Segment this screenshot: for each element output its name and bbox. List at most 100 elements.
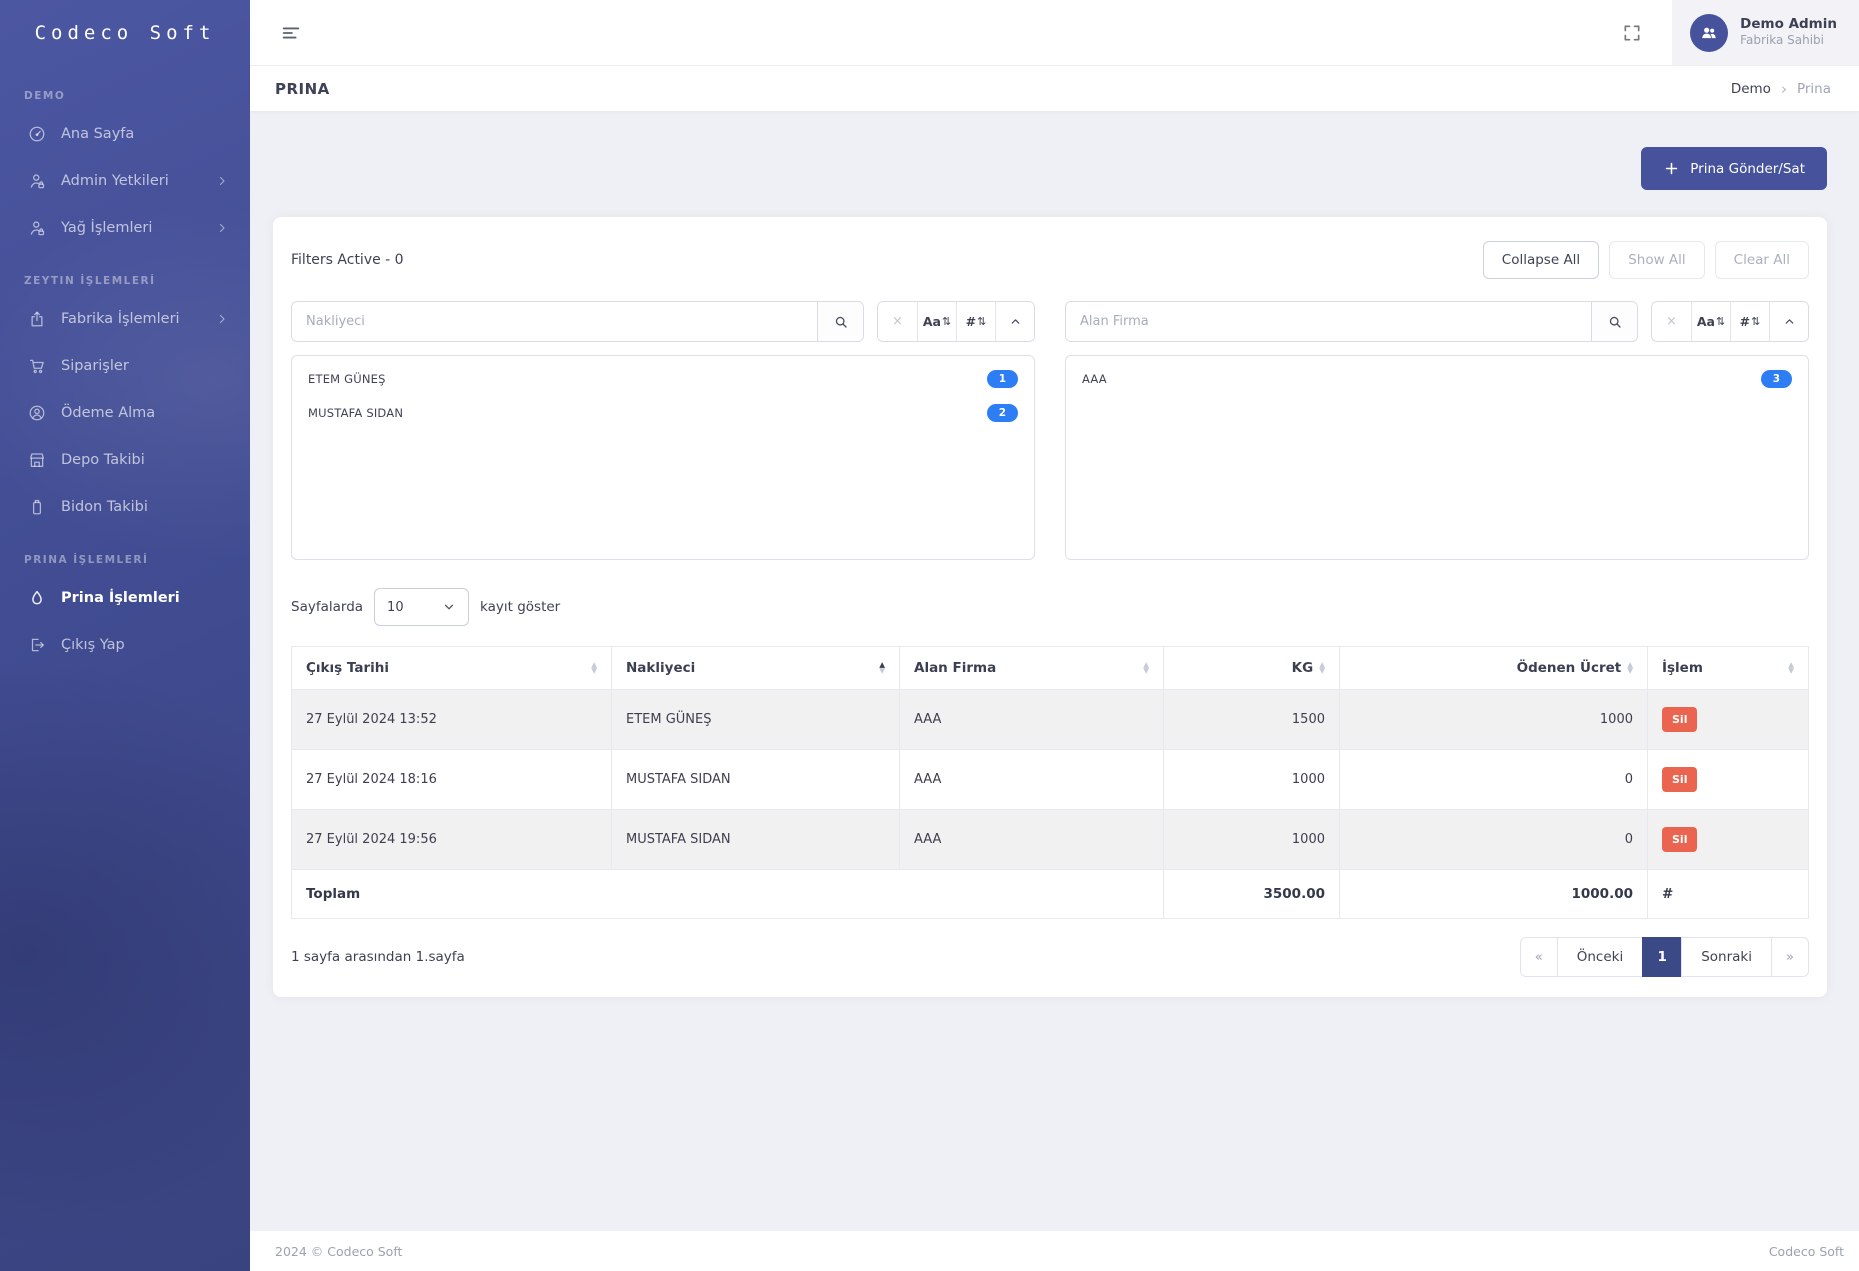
- collapse-panel-button[interactable]: [995, 302, 1034, 341]
- option-label: MUSTAFA SIDAN: [308, 406, 403, 420]
- collapse-all-button[interactable]: Collapse All: [1483, 241, 1599, 279]
- column-header-nakliyeci[interactable]: Nakliyeci▲▼: [612, 647, 900, 690]
- sidebar-section-zeytin: ZEYTIN İŞLEMLERİ: [0, 251, 250, 295]
- hamburger-icon: [280, 22, 302, 44]
- chevron-up-icon: [1009, 315, 1022, 328]
- list-item[interactable]: AAA 3: [1066, 362, 1808, 396]
- filters-header: Filters Active - 0 Collapse All Show All…: [291, 241, 1809, 279]
- sidebar-item-bidon-takibi[interactable]: Bidon Takibi: [0, 483, 250, 530]
- cell-paid: 1000: [1340, 690, 1648, 750]
- cell-date: 27 Eylül 2024 19:56: [292, 810, 612, 870]
- numeric-sort-label: #: [1740, 314, 1750, 329]
- list-item[interactable]: MUSTAFA SIDAN 2: [292, 396, 1034, 430]
- sidebar-item-label: Siparişler: [61, 358, 129, 374]
- sidebar-item-label: Admin Yetkileri: [61, 173, 169, 189]
- total-kg: 3500.00: [1164, 870, 1340, 919]
- nakliyeci-search-button[interactable]: [817, 302, 863, 341]
- show-all-button[interactable]: Show All: [1609, 241, 1704, 279]
- column-header-odenen-ucret[interactable]: Ödenen Ücret▲▼: [1340, 647, 1648, 690]
- delete-button[interactable]: Sil: [1662, 707, 1697, 732]
- breadcrumb-current: Prina: [1797, 81, 1831, 97]
- breadcrumb: Demo › Prina: [1731, 80, 1831, 98]
- column-label: Nakliyeci: [626, 660, 695, 676]
- alan-firma-filter-input[interactable]: [1066, 302, 1591, 341]
- sidebar-item-cikis-yap[interactable]: Çıkış Yap: [0, 621, 250, 668]
- sort-icon: ▲▼: [1319, 662, 1325, 674]
- nakliyeci-input-group: [291, 301, 864, 342]
- list-item[interactable]: ETEM GÜNEŞ 1: [292, 362, 1034, 396]
- canister-icon: [28, 498, 46, 516]
- sidebar-item-label: Ödeme Alma: [61, 405, 155, 421]
- table-row: 27 Eylül 2024 19:56 MUSTAFA SIDAN AAA 10…: [292, 810, 1809, 870]
- count-badge: 1: [987, 370, 1018, 388]
- user-menu[interactable]: Demo Admin Fabrika Sahibi: [1672, 0, 1859, 65]
- clear-filter-button[interactable]: ×: [878, 302, 917, 341]
- titlebar: PRINA Demo › Prina: [250, 66, 1859, 111]
- pagination-first-button[interactable]: «: [1520, 937, 1558, 977]
- sidebar-item-siparisler[interactable]: Siparişler: [0, 342, 250, 389]
- sidebar-item-prina-islemleri[interactable]: Prina İşlemleri: [0, 574, 250, 621]
- count-badge: 3: [1761, 370, 1792, 388]
- fullscreen-button[interactable]: [1622, 23, 1642, 43]
- droplet-icon: [28, 589, 46, 607]
- total-islem: #: [1648, 870, 1809, 919]
- prina-gonder-sat-button[interactable]: Prina Gönder/Sat: [1641, 147, 1827, 190]
- updown-arrows-icon: ⇅: [1751, 315, 1760, 328]
- column-header-islem[interactable]: İşlem▲▼: [1648, 647, 1809, 690]
- sidebar-toggle-button[interactable]: [280, 22, 302, 44]
- store-icon: [28, 451, 46, 469]
- column-header-kg[interactable]: KG▲▼: [1164, 647, 1340, 690]
- table-row: 27 Eylül 2024 13:52 ETEM GÜNEŞ AAA 1500 …: [292, 690, 1809, 750]
- fullscreen-icon: [1622, 23, 1642, 43]
- pagination-prev-button[interactable]: Önceki: [1557, 937, 1643, 977]
- filter-controls: × Aa⇅ #⇅: [1065, 301, 1809, 342]
- sidebar-item-depo-takibi[interactable]: Depo Takibi: [0, 436, 250, 483]
- page-size-select[interactable]: 10: [374, 588, 469, 626]
- pagination-page-1-button[interactable]: 1: [1642, 937, 1682, 977]
- clear-filter-button[interactable]: ×: [1652, 302, 1691, 341]
- column-label: Ödenen Ücret: [1517, 660, 1622, 676]
- clear-all-button[interactable]: Clear All: [1715, 241, 1809, 279]
- page-size-label-before: Sayfalarda: [291, 599, 363, 615]
- prina-card: Filters Active - 0 Collapse All Show All…: [273, 217, 1827, 997]
- page-size-value: 10: [387, 600, 404, 615]
- numeric-sort-button[interactable]: #⇅: [956, 302, 995, 341]
- cell-firm: AAA: [900, 750, 1164, 810]
- nakliyeci-filter-input[interactable]: [292, 302, 817, 341]
- alan-firma-search-button[interactable]: [1591, 302, 1637, 341]
- user-lock-icon: [28, 172, 46, 190]
- cell-date: 27 Eylül 2024 13:52: [292, 690, 612, 750]
- sidebar-item-yag-islemleri[interactable]: Yağ İşlemleri: [0, 204, 250, 251]
- cell-action: Sil: [1648, 690, 1809, 750]
- count-badge: 2: [987, 404, 1018, 422]
- footer-copyright: 2024 © Codeco Soft: [275, 1244, 402, 1259]
- user-circle-icon: [28, 404, 46, 422]
- sidebar-item-admin-yetkileri[interactable]: Admin Yetkileri: [0, 157, 250, 204]
- sidebar-item-fabrika-islemleri[interactable]: Fabrika İşlemleri: [0, 295, 250, 342]
- column-header-cikis-tarihi[interactable]: Çıkış Tarihi▲▼: [292, 647, 612, 690]
- plus-icon: [1663, 160, 1680, 177]
- sidebar-item-odeme-alma[interactable]: Ödeme Alma: [0, 389, 250, 436]
- cell-date: 27 Eylül 2024 18:16: [292, 750, 612, 810]
- numeric-sort-button[interactable]: #⇅: [1730, 302, 1769, 341]
- content: Prina Gönder/Sat Filters Active - 0 Coll…: [250, 111, 1859, 1231]
- pagination-last-button[interactable]: »: [1771, 937, 1809, 977]
- breadcrumb-home[interactable]: Demo: [1731, 81, 1771, 97]
- prina-table: Çıkış Tarihi▲▼ Nakliyeci▲▼ Alan Firma▲▼ …: [291, 646, 1809, 919]
- delete-button[interactable]: Sil: [1662, 767, 1697, 792]
- column-header-alan-firma[interactable]: Alan Firma▲▼: [900, 647, 1164, 690]
- sidebar-section-prina: PRINA İŞLEMLERİ: [0, 530, 250, 574]
- alpha-sort-button[interactable]: Aa⇅: [1691, 302, 1730, 341]
- pagination-next-button[interactable]: Sonraki: [1681, 937, 1772, 977]
- alpha-sort-button[interactable]: Aa⇅: [917, 302, 956, 341]
- cell-carrier: MUSTAFA SIDAN: [612, 810, 900, 870]
- page-size-label-after: kayıt göster: [480, 599, 560, 615]
- table-bottom: 1 sayfa arasından 1.sayfa « Önceki 1 Son…: [291, 937, 1809, 977]
- sidebar-item-ana-sayfa[interactable]: Ana Sayfa: [0, 110, 250, 157]
- delete-button[interactable]: Sil: [1662, 827, 1697, 852]
- topbar-right: Demo Admin Fabrika Sahibi: [1622, 0, 1859, 65]
- alpha-sort-label: Aa: [1697, 314, 1715, 329]
- chevron-down-icon: [442, 600, 456, 614]
- filter-panel-alan-firma: × Aa⇅ #⇅ AAA 3: [1065, 301, 1809, 560]
- collapse-panel-button[interactable]: [1769, 302, 1808, 341]
